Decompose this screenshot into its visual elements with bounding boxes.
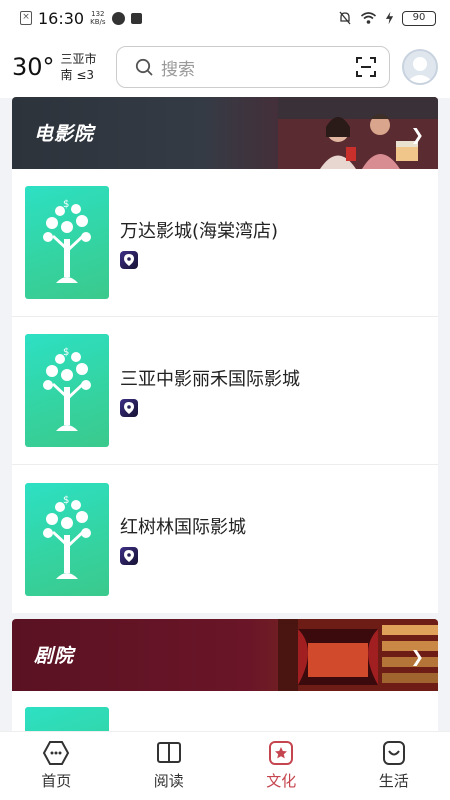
theater-list [12, 691, 438, 731]
charging-icon [385, 11, 394, 25]
venue-thumbnail: $ [25, 482, 109, 596]
weather-widget[interactable]: 30° 三亚市 南 ≤3 [12, 51, 116, 83]
location-pin-icon[interactable] [120, 398, 138, 417]
wind-info: 南 ≤3 [60, 68, 95, 82]
search-icon [135, 58, 153, 76]
search-input[interactable]: 搜索 [161, 55, 355, 80]
cinema-list: $ 万达影城(海棠湾店) $ 三亚中影丽禾国际影城 $ 红树林国际影城 [12, 169, 438, 613]
home-icon [43, 741, 70, 765]
svg-text:$: $ [63, 495, 69, 506]
nav-life[interactable]: 生活 [338, 732, 450, 800]
network-speed: 132 KB/s [90, 10, 106, 26]
location-pin-icon[interactable] [120, 250, 138, 269]
cinema-section-banner[interactable]: 电影院 ❯ [12, 97, 438, 169]
avatar[interactable] [402, 49, 438, 85]
list-item[interactable]: $ 万达影城(海棠湾店) [12, 169, 438, 317]
theater-section-banner[interactable]: 剧院 ❯ [12, 619, 438, 691]
temperature: 30° [12, 53, 55, 81]
nav-home[interactable]: 首页 [0, 732, 113, 800]
status-time: 16:30 [38, 8, 85, 28]
venue-name: 万达影城(海棠湾店) [120, 220, 279, 242]
venue-thumbnail: $ [25, 186, 109, 299]
nav-reading[interactable]: 阅读 [113, 732, 226, 800]
top-header: 30° 三亚市 南 ≤3 搜索 [0, 36, 450, 98]
venue-thumbnail: $ [25, 334, 109, 447]
app-notification-icon [130, 12, 142, 24]
user-avatar-icon [406, 57, 434, 83]
status-bar: × 16:30 132 KB/s 90 [0, 0, 450, 36]
battery-indicator: 90 [402, 10, 436, 26]
svg-text:$: $ [63, 347, 69, 358]
venue-thumbnail[interactable] [25, 707, 109, 731]
culture-icon [269, 741, 294, 765]
list-item[interactable]: $ 红树林国际影城 [12, 465, 438, 613]
notification-icon: × [20, 11, 32, 25]
section-title: 剧院 [34, 645, 75, 667]
scan-icon[interactable] [355, 56, 377, 78]
city-name: 三亚市 [60, 52, 97, 66]
book-icon [156, 742, 181, 763]
list-item[interactable]: $ 三亚中影丽禾国际影城 [12, 317, 438, 465]
location-pin-icon[interactable] [120, 547, 138, 565]
bottom-nav: 首页 阅读 文化 生活 [0, 731, 450, 800]
money-tree-icon: $ [43, 495, 91, 579]
app-notification-icon [111, 11, 125, 25]
svg-text:$: $ [63, 199, 69, 210]
venue-name: 红树林国际影城 [120, 517, 246, 538]
chevron-right-icon: ❯ [410, 647, 424, 666]
nav-culture[interactable]: 文化 [225, 732, 338, 800]
money-tree-icon: $ [43, 199, 91, 283]
section-title: 电影院 [34, 123, 95, 145]
search-bar[interactable]: 搜索 [116, 46, 390, 88]
venue-name: 三亚中影丽禾国际影城 [120, 368, 300, 390]
main-content: 电影院 ❯ $ 万达影城(海棠湾店) $ 三亚中影丽禾国际影城 $ 红树林国际影… [12, 97, 438, 731]
life-icon [382, 741, 405, 765]
chevron-right-icon: ❯ [410, 125, 424, 144]
money-tree-icon: $ [43, 347, 91, 431]
mute-bell-icon [339, 11, 351, 25]
wifi-icon [360, 12, 377, 24]
